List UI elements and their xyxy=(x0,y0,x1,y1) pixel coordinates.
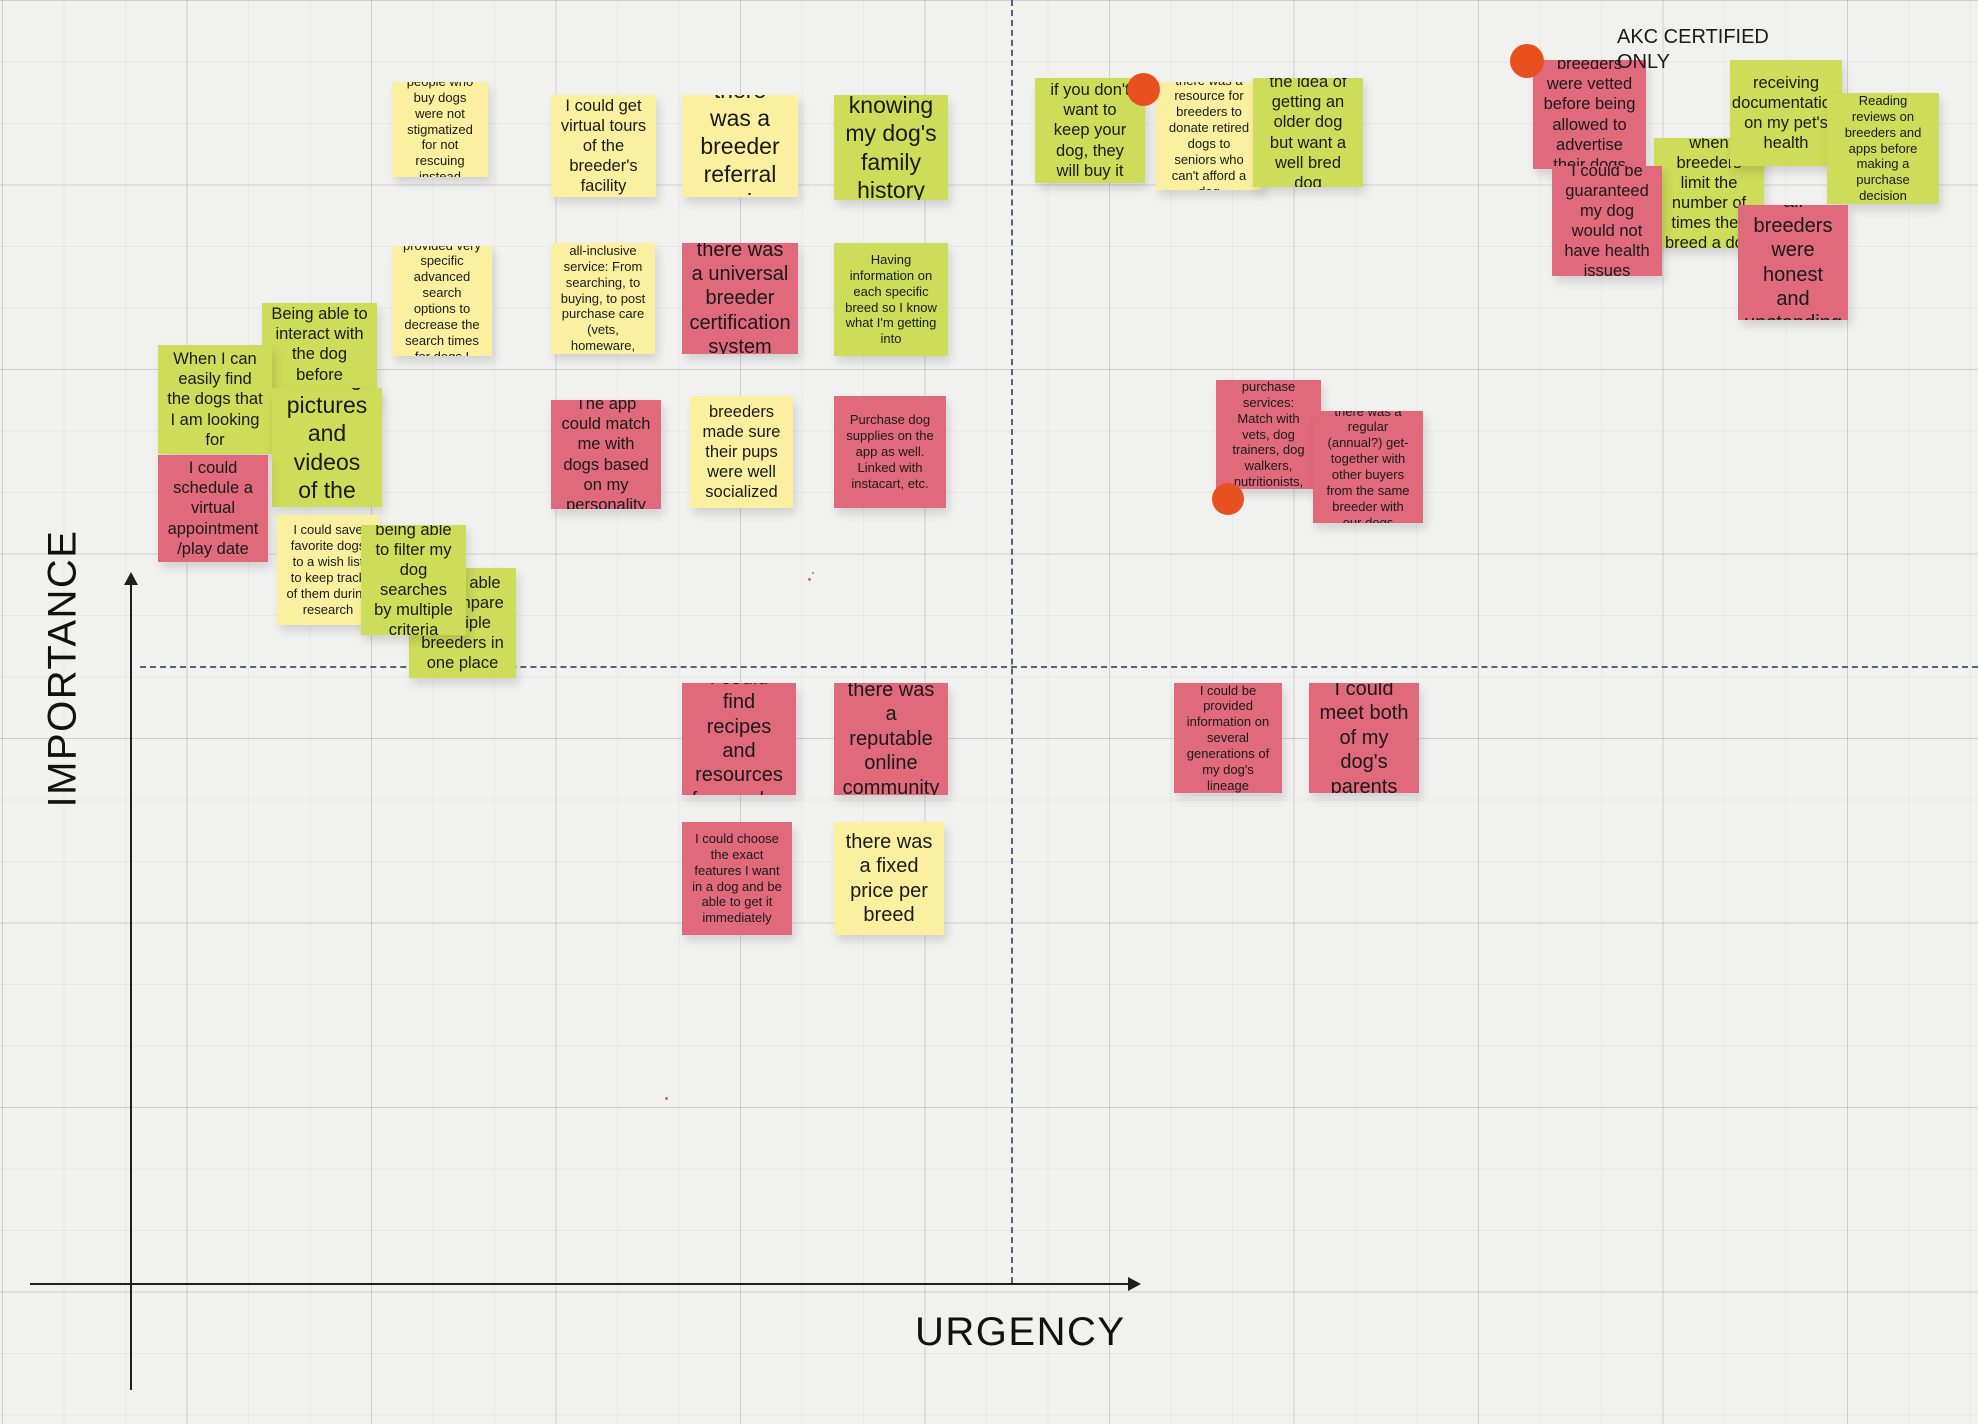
speck-mark xyxy=(665,1097,668,1100)
sticky-note[interactable]: I could find recipes and resources for m… xyxy=(682,683,796,795)
sticky-note[interactable]: I could choose the exact features I want… xyxy=(682,822,792,935)
speck-mark xyxy=(812,572,814,574)
sticky-note[interactable]: people who buy dogs were not stigmatized… xyxy=(392,82,488,177)
sticky-note[interactable]: breeders made sure their pups were well … xyxy=(690,396,793,508)
sticky-note[interactable]: I could get virtual tours of the breeder… xyxy=(551,95,656,197)
x-axis-arrow-icon xyxy=(1128,1277,1141,1291)
vote-dot-marker[interactable] xyxy=(1212,483,1244,515)
sticky-note[interactable]: Apps provided very specific advanced sea… xyxy=(392,246,492,356)
sticky-note[interactable]: all breeders were honest and upstanding xyxy=(1738,205,1848,320)
sticky-note[interactable]: there was a resource for breeders to don… xyxy=(1156,82,1262,190)
sticky-note[interactable]: There was an all-inclusive service: From… xyxy=(551,243,655,354)
y-axis-arrow-icon xyxy=(124,572,138,585)
y-axis-label: IMPORTANCE xyxy=(40,529,85,808)
sticky-note[interactable]: there was a regular (annual?) get-togeth… xyxy=(1313,411,1423,523)
sticky-note[interactable]: When I can easily find the dogs that I a… xyxy=(158,345,272,454)
vote-dot-marker[interactable] xyxy=(1127,73,1160,106)
sticky-note[interactable]: being able to filter my dog searches by … xyxy=(361,525,466,635)
sticky-note[interactable]: I could schedule a virtual appointment /… xyxy=(158,455,268,562)
x-axis-label: URGENCY xyxy=(915,1310,1126,1354)
y-axis-line xyxy=(130,580,132,1390)
sticky-note[interactable]: knowing my dog's family history xyxy=(834,95,948,200)
speck-mark xyxy=(808,578,811,581)
sticky-note[interactable]: I could be guaranteed my dog would not h… xyxy=(1552,166,1662,276)
sticky-note[interactable]: Seeing pictures and videos of the dog xyxy=(272,388,382,507)
sticky-note[interactable]: there was a reputable online community xyxy=(834,683,948,795)
x-axis-line xyxy=(30,1283,1135,1285)
quadrant-divider-vertical xyxy=(1011,0,1013,1283)
sticky-note[interactable]: the idea of getting an older dog but wan… xyxy=(1253,78,1363,187)
sticky-note[interactable]: receiving documentation on my pet's heal… xyxy=(1730,60,1842,166)
sticky-note[interactable]: breeders were vetted before being allowe… xyxy=(1533,60,1646,169)
board-text-annotation[interactable]: AKC CERTIFIED ONLY xyxy=(1617,25,1769,75)
affinity-prioritization-board: IMPORTANCE URGENCY people who buy dogs w… xyxy=(0,0,1978,1424)
sticky-note[interactable]: Having information on each specific bree… xyxy=(834,243,948,356)
sticky-note[interactable]: I could be provided information on sever… xyxy=(1174,683,1282,793)
sticky-note[interactable]: The app could match me with dogs based o… xyxy=(551,400,661,509)
sticky-note[interactable]: I could meet both of my dog's parents xyxy=(1309,683,1419,793)
sticky-note[interactable]: there was a fixed price per breed xyxy=(834,822,944,935)
vote-dot-marker[interactable] xyxy=(1510,44,1544,78)
sticky-note[interactable]: Reading reviews on breeders and apps bef… xyxy=(1827,93,1939,204)
sticky-note[interactable]: there was a universal breeder certificat… xyxy=(682,243,798,354)
sticky-note[interactable]: there was a breeder referral service xyxy=(682,95,798,197)
sticky-note[interactable]: There are post purchase services: Match … xyxy=(1216,380,1321,489)
sticky-note[interactable]: Purchase dog supplies on the app as well… xyxy=(834,396,946,508)
